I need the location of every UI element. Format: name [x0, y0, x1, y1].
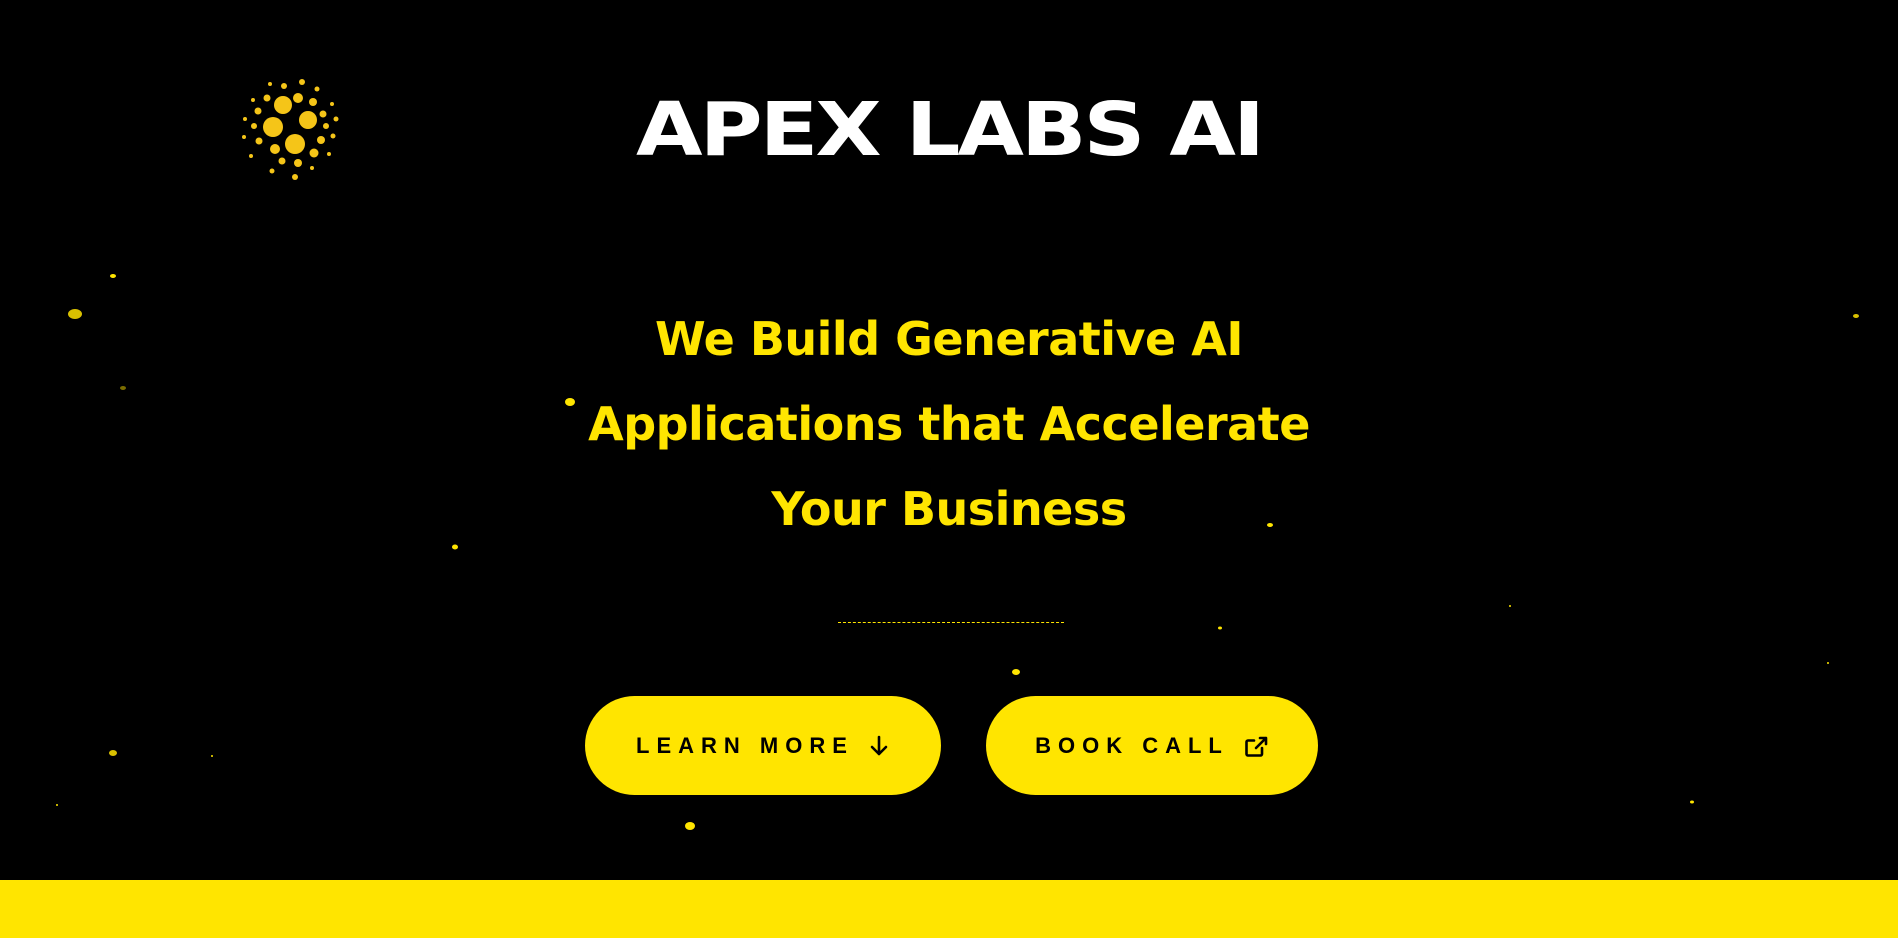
- headline-line: We Build Generative AI: [655, 312, 1243, 366]
- headline-line: Your Business: [771, 482, 1127, 536]
- particle: [1827, 662, 1829, 664]
- headline-line: Applications that Accelerate: [588, 397, 1310, 451]
- particle: [685, 822, 695, 830]
- brand-title: APEX LABS AI: [636, 87, 1265, 173]
- learn-more-button[interactable]: LEARN MORE: [585, 696, 941, 795]
- particle: [1509, 605, 1511, 607]
- hero-page: APEX LABS AI We Build Generative AI Appl…: [0, 0, 1898, 938]
- particle: [56, 804, 58, 806]
- book-call-button[interactable]: BOOK CALL: [986, 696, 1318, 795]
- hero-headline: We Build Generative AI Applications that…: [449, 297, 1449, 552]
- particle: [109, 750, 117, 756]
- arrow-down-icon: [868, 734, 890, 758]
- external-link-icon: [1243, 734, 1269, 758]
- particle: [1012, 669, 1020, 675]
- particle: [110, 274, 116, 278]
- particle: [1690, 800, 1694, 804]
- particle: [211, 755, 213, 757]
- learn-more-label: LEARN MORE: [636, 732, 854, 758]
- particle: [1218, 626, 1222, 630]
- bottom-yellow-band: [0, 880, 1898, 938]
- particle: [68, 309, 82, 319]
- book-call-label: BOOK CALL: [1035, 732, 1229, 758]
- particle: [120, 386, 126, 390]
- particle: [1853, 314, 1859, 318]
- headline-divider: [838, 622, 1064, 623]
